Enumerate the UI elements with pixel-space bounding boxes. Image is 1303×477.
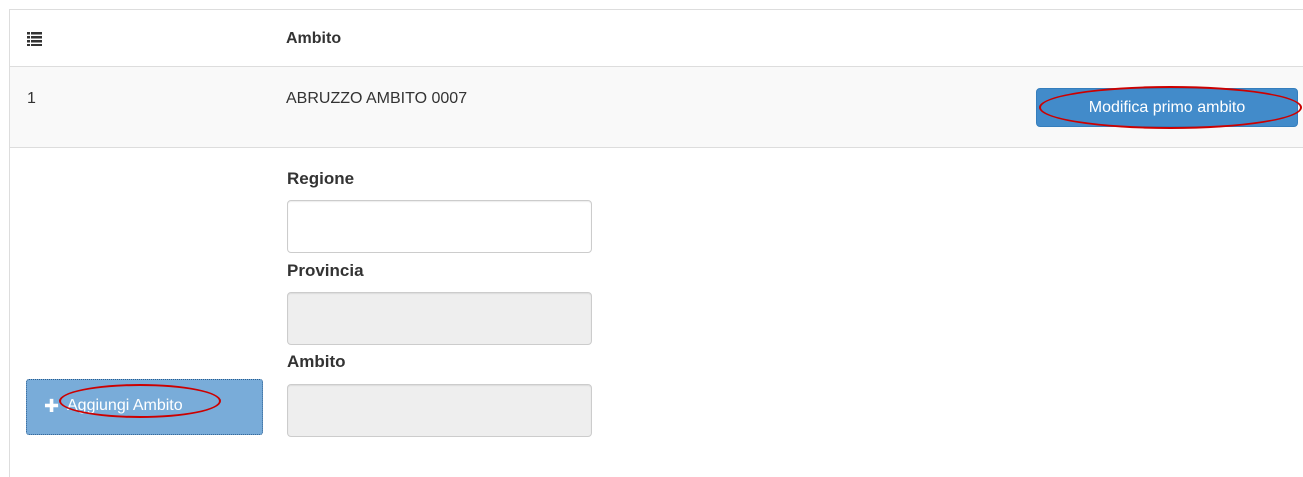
plus-icon: ✚ bbox=[44, 396, 60, 416]
ambito-label: Ambito bbox=[287, 352, 346, 371]
regione-input[interactable] bbox=[287, 200, 592, 253]
table-header-row: Ambito bbox=[10, 10, 1303, 67]
row-number: 1 bbox=[27, 90, 36, 107]
regione-label: Regione bbox=[287, 169, 355, 188]
table-row: 1 ABRUZZO AMBITO 0007 Modifica primo amb… bbox=[10, 67, 1303, 148]
column-header-ambito: Ambito bbox=[286, 30, 342, 47]
ambito-input[interactable] bbox=[287, 384, 592, 437]
provincia-input[interactable] bbox=[287, 292, 592, 345]
ambiti-panel: Ambito 1 ABRUZZO AMBITO 0007 Modifica pr… bbox=[9, 9, 1303, 477]
list-icon bbox=[27, 32, 42, 46]
aggiungi-ambito-button[interactable]: ✚ Aggiungi Ambito bbox=[26, 379, 263, 435]
modifica-primo-ambito-button[interactable]: Modifica primo ambito bbox=[1036, 88, 1298, 127]
provincia-label: Provincia bbox=[287, 261, 364, 280]
row-ambito-name: ABRUZZO AMBITO 0007 bbox=[286, 90, 468, 107]
aggiungi-ambito-label: Aggiungi Ambito bbox=[67, 397, 183, 414]
